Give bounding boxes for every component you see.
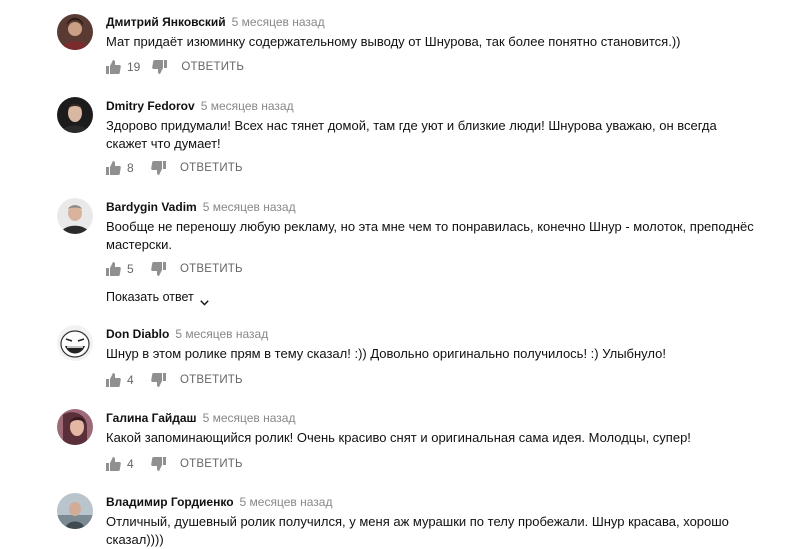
reply-button[interactable]: ОТВЕТИТЬ (180, 458, 243, 470)
reply-button[interactable]: ОТВЕТИТЬ (180, 263, 243, 275)
comment-actions: 19 ОТВЕТИТЬ (106, 59, 244, 75)
author-name[interactable]: Don Diablo (106, 327, 169, 341)
reply-button[interactable]: ОТВЕТИТЬ (180, 374, 243, 386)
comment-time[interactable]: 5 месяцев назад (203, 200, 296, 214)
author-name[interactable]: Dmitry Fedorov (106, 99, 195, 113)
comment-text: Шнур в этом ролике прям в тему сказал! :… (106, 346, 666, 361)
comment-text: Здорово придумали! Всех нас тянет домой,… (106, 118, 717, 151)
comment-author[interactable]: Владимир Гордиенко 5 месяцев назад (106, 495, 332, 509)
thumbs-up-icon[interactable] (106, 60, 121, 74)
like-count: 4 (127, 457, 134, 471)
reply-button[interactable]: ОТВЕТИТЬ (181, 61, 244, 73)
like-count: 19 (127, 60, 141, 74)
author-name[interactable]: Галина Гайдаш (106, 411, 197, 425)
author-name[interactable]: Владимир Гордиенко (106, 495, 234, 509)
avatar[interactable] (57, 97, 93, 133)
show-replies-button[interactable]: Показать ответ (106, 290, 209, 306)
thumbs-down-icon[interactable] (151, 161, 166, 175)
like-count: 5 (127, 262, 134, 276)
author-name[interactable]: Дмитрий Янковский (106, 15, 226, 29)
comment-time[interactable]: 5 месяцев назад (232, 15, 325, 29)
avatar[interactable] (57, 325, 93, 361)
thumbs-up-icon[interactable] (106, 457, 121, 471)
comment-time[interactable]: 5 месяцев назад (175, 327, 268, 341)
thumbs-down-icon[interactable] (152, 60, 168, 74)
comment-actions: 4 ОТВЕТИТЬ (106, 456, 243, 472)
comment-text: Какой запоминающийся ролик! Очень красив… (106, 430, 691, 445)
chevron-down-icon (200, 295, 209, 306)
avatar[interactable] (57, 493, 93, 529)
comment-author[interactable]: Дмитрий Янковский 5 месяцев назад (106, 15, 325, 29)
avatar[interactable] (57, 409, 93, 445)
thumbs-up-icon[interactable] (106, 373, 121, 387)
comment-time[interactable]: 5 месяцев назад (201, 99, 294, 113)
comment-author[interactable]: Галина Гайдаш 5 месяцев назад (106, 411, 295, 425)
thumbs-down-icon[interactable] (151, 457, 166, 471)
comment-actions: 4 ОТВЕТИТЬ (106, 372, 243, 388)
thumbs-down-icon[interactable] (151, 262, 166, 276)
comment-author[interactable]: Bardygin Vadim 5 месяцев назад (106, 200, 296, 214)
show-replies-label: Показать ответ (106, 290, 194, 304)
comment-text: Вообще не переношу любую рекламу, но эта… (106, 219, 754, 252)
comment-actions: 5 ОТВЕТИТЬ (106, 261, 243, 277)
comment-author[interactable]: Don Diablo 5 месяцев назад (106, 327, 268, 341)
author-name[interactable]: Bardygin Vadim (106, 200, 197, 214)
thumbs-up-icon[interactable] (106, 262, 121, 276)
comment-text: Мат придаёт изюминку содержательному выв… (106, 34, 681, 49)
comment-text: Отличный, душевный ролик получился, у ме… (106, 514, 729, 547)
avatar[interactable] (57, 14, 93, 50)
comment-time[interactable]: 5 месяцев назад (203, 411, 296, 425)
avatar[interactable] (57, 198, 93, 234)
thumbs-up-icon[interactable] (106, 161, 121, 175)
reply-button[interactable]: ОТВЕТИТЬ (180, 162, 243, 174)
like-count: 4 (127, 373, 134, 387)
like-count: 8 (127, 161, 134, 175)
comment-actions: 8 ОТВЕТИТЬ (106, 160, 243, 176)
comment-author[interactable]: Dmitry Fedorov 5 месяцев назад (106, 99, 294, 113)
comment-time[interactable]: 5 месяцев назад (240, 495, 333, 509)
thumbs-down-icon[interactable] (151, 373, 166, 387)
